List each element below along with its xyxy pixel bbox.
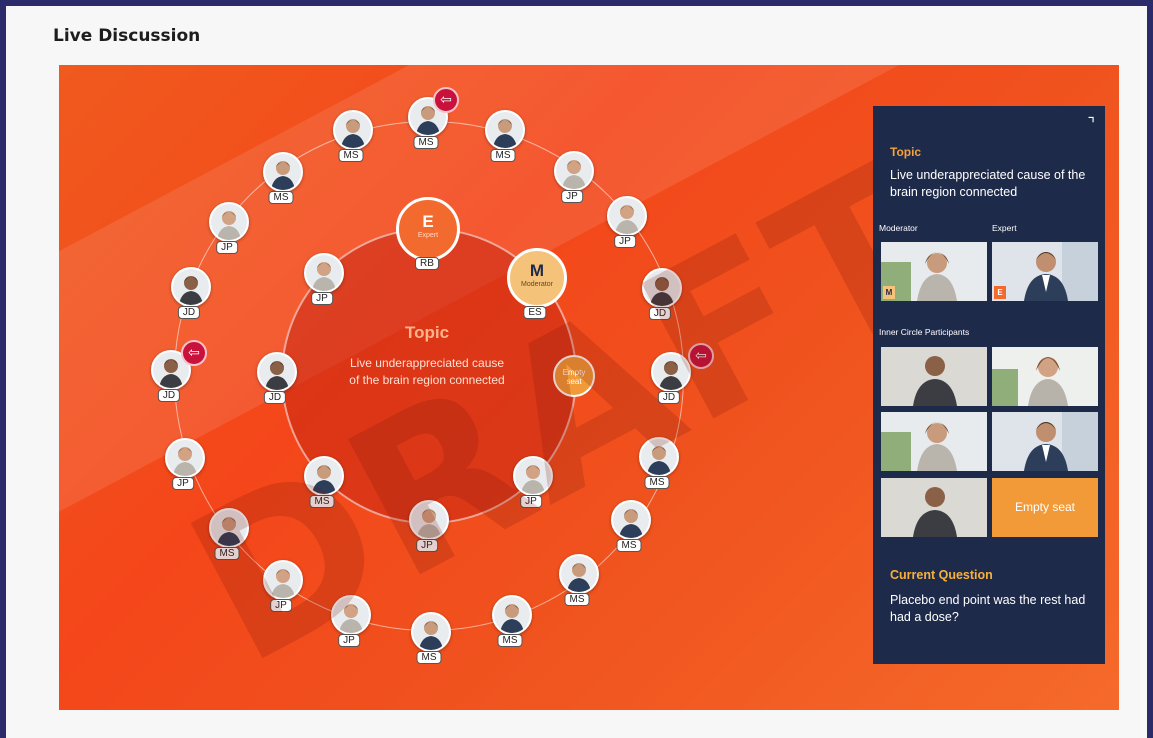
empty-seat-tile[interactable]: Empty seat [992, 478, 1098, 537]
exit-icon[interactable]: ⇦ [181, 340, 207, 366]
person-video-image [992, 412, 1098, 471]
participant-seat[interactable] [333, 110, 373, 150]
inner-circle-label: Inner Circle Participants [879, 327, 970, 337]
expert-seat[interactable]: E Expert [396, 197, 460, 261]
moderator-letter: M [529, 261, 545, 280]
person-photo [609, 198, 645, 234]
expert-label: Expert [992, 223, 1017, 233]
person-video-image [992, 347, 1098, 406]
participant-seat[interactable] [304, 253, 344, 293]
person-photo [494, 597, 530, 633]
person-photo [259, 354, 295, 390]
participant-video[interactable] [881, 412, 987, 471]
current-question-heading: Current Question [890, 568, 993, 582]
person-video-image [881, 412, 987, 471]
person-photo [173, 269, 209, 305]
participant-seat[interactable] [492, 595, 532, 635]
app-frame: Live Discussion Topic Live underapprecia… [6, 6, 1147, 738]
participant-seat[interactable] [209, 202, 249, 242]
person-photo [265, 154, 301, 190]
moderator-badge: M [883, 286, 895, 299]
person-video-image [992, 242, 1098, 301]
participant-initials: MS [616, 539, 642, 552]
discussion-stage: Topic Live underappreciated cause of the… [59, 65, 1119, 710]
participant-initials: JD [177, 306, 201, 319]
participant-initials: MS [497, 634, 523, 647]
participant-initials: JP [561, 190, 583, 203]
participant-initials: MS [268, 191, 294, 204]
participant-initials: MS [338, 149, 364, 162]
participant-seat[interactable] [554, 151, 594, 191]
participant-initials: MS [490, 149, 516, 162]
participant-seat[interactable] [485, 110, 525, 150]
person-photo [335, 112, 371, 148]
participant-video[interactable] [992, 347, 1098, 406]
participant-initials: MS [413, 136, 439, 149]
expert-letter: E [422, 212, 434, 231]
participant-seat[interactable] [607, 196, 647, 236]
person-photo [561, 556, 597, 592]
participant-initials: JP [311, 292, 333, 305]
person-photo [306, 255, 342, 291]
participant-initials: JD [157, 389, 181, 402]
person-photo [487, 112, 523, 148]
expand-icon[interactable]: ⌝ [1088, 114, 1096, 134]
participant-video[interactable] [992, 412, 1098, 471]
expert-badge: E [994, 286, 1006, 299]
participant-seat[interactable] [257, 352, 297, 392]
person-video-image [881, 347, 987, 406]
panel-topic-heading: Topic [890, 145, 922, 159]
person-video-image [881, 478, 987, 537]
moderator-label: Moderator [879, 223, 918, 233]
participant-seat[interactable] [263, 152, 303, 192]
participant-initials: MS [564, 593, 590, 606]
expert-initials: RB [415, 257, 439, 270]
participant-initials: MS [416, 651, 442, 664]
panel-topic-text: Live underappreciated cause of the brain… [890, 168, 1086, 199]
participant-initials: JP [216, 241, 238, 254]
person-photo [556, 153, 592, 189]
participant-video[interactable] [881, 478, 987, 537]
expert-role: Expert [417, 232, 439, 239]
expert-video[interactable]: E [992, 242, 1098, 301]
page-title: Live Discussion [53, 26, 201, 46]
current-question-text: Placebo end point was the rest had had a… [890, 593, 1086, 624]
person-photo [211, 204, 247, 240]
info-panel: ⌝ Topic Live underappreciated cause of t… [873, 106, 1105, 664]
person-video-image [881, 242, 987, 301]
participant-initials: JD [263, 391, 287, 404]
moderator-video[interactable]: M [881, 242, 987, 301]
exit-icon[interactable]: ⇦ [433, 87, 459, 113]
participant-seat[interactable] [171, 267, 211, 307]
participant-video[interactable] [881, 347, 987, 406]
participant-seat[interactable] [559, 554, 599, 594]
